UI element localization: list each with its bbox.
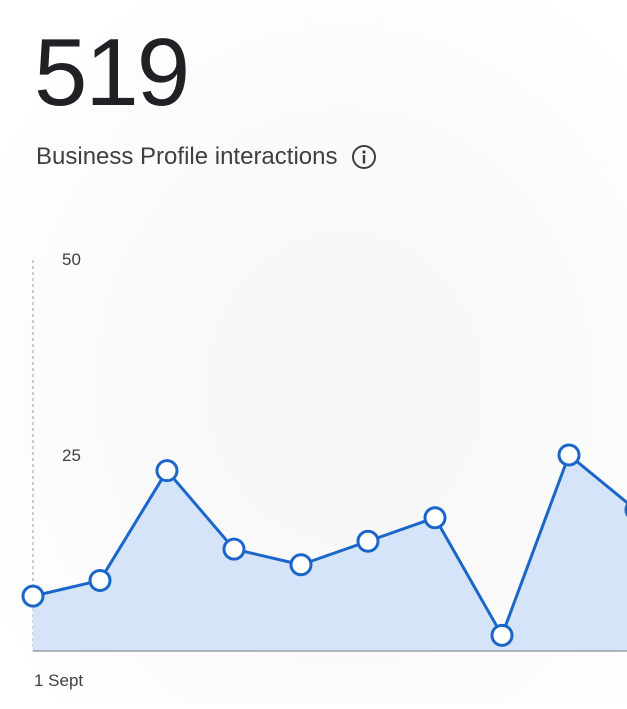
data-point [289, 553, 313, 577]
data-point [557, 443, 581, 467]
interactions-card: 519 Business Profile interactions 25 50 1 … [0, 0, 627, 704]
interactions-chart: 25 50 1 Sept [21, 250, 627, 690]
metric-value: 519 [34, 19, 190, 126]
data-point [356, 529, 380, 553]
y-tick-label: 50 [62, 250, 81, 269]
data-point [423, 506, 447, 530]
data-point [21, 584, 45, 608]
data-point [222, 537, 246, 561]
data-point [88, 568, 112, 592]
chart-area: 25 50 1 Sept [0, 230, 627, 704]
data-point [490, 623, 514, 647]
metric-label-row: Business Profile interactions [36, 142, 377, 172]
y-tick-label: 25 [62, 446, 81, 465]
x-tick-label: 1 Sept [34, 671, 83, 690]
data-point [155, 459, 179, 483]
metric-label: Business Profile interactions [36, 143, 338, 170]
info-icon[interactable] [351, 144, 377, 170]
